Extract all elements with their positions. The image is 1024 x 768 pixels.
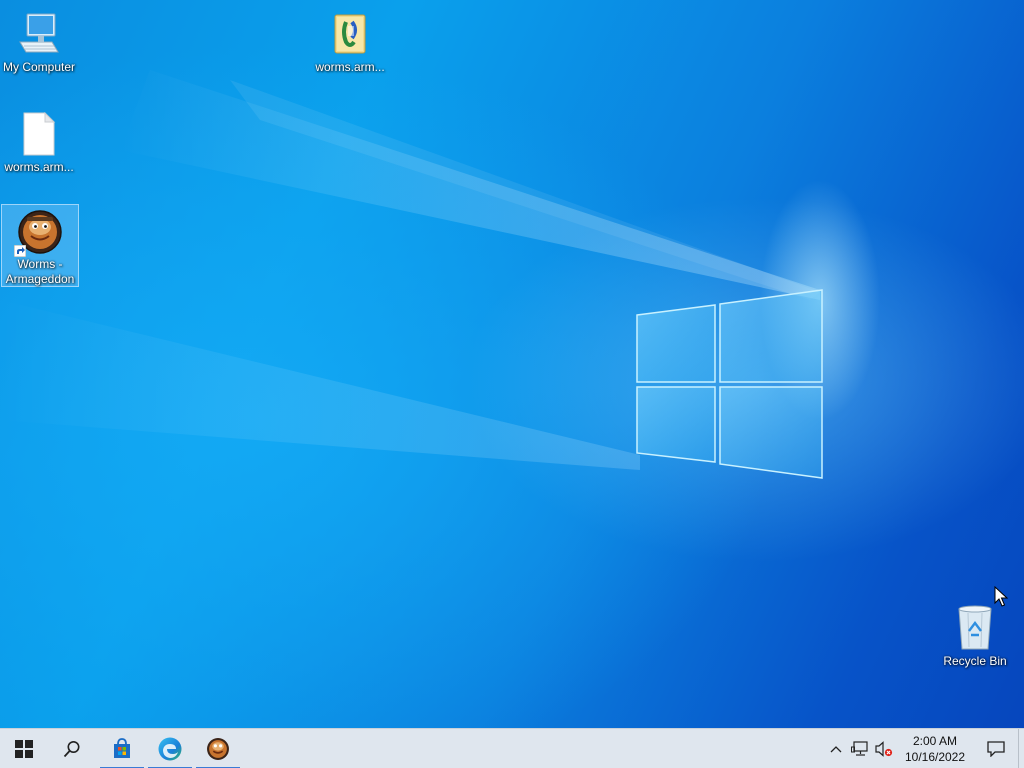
worms-game-icon bbox=[207, 737, 229, 760]
desktop-icon-label: Worms - Armageddon bbox=[5, 257, 75, 286]
desktop-icon-label: worms.arm... bbox=[4, 160, 74, 174]
desktop-icon-label: My Computer bbox=[2, 60, 76, 74]
desktop[interactable]: My Computer worms.arm... Worms - Armaged… bbox=[0, 0, 1024, 728]
volume-muted-icon bbox=[875, 740, 893, 757]
taskbar-app-edge[interactable] bbox=[146, 729, 194, 768]
chevron-up-icon bbox=[830, 745, 842, 752]
recycle-bin-icon bbox=[951, 604, 999, 652]
wallpaper-light-beams bbox=[0, 70, 820, 470]
desktop-icon-worms-armageddon[interactable]: Worms - Armageddon bbox=[1, 204, 79, 287]
search-icon bbox=[63, 740, 80, 757]
desktop-icon-label: worms.arm... bbox=[315, 60, 385, 74]
show-hidden-icons-button[interactable] bbox=[824, 729, 848, 768]
network-button[interactable] bbox=[848, 729, 872, 768]
desktop-icon-my-computer[interactable]: My Computer bbox=[0, 6, 78, 75]
volume-button[interactable] bbox=[872, 729, 896, 768]
taskbar-app-microsoft-store[interactable] bbox=[98, 729, 146, 768]
clock-time: 2:00 AM bbox=[912, 733, 958, 748]
clock-date: 10/16/2022 bbox=[904, 749, 966, 764]
show-desktop-button[interactable] bbox=[1018, 728, 1024, 768]
search-button[interactable] bbox=[48, 729, 96, 768]
store-icon bbox=[114, 737, 130, 758]
desktop-icon-worms-file[interactable]: worms.arm... bbox=[0, 106, 78, 175]
notification-icon bbox=[987, 740, 1005, 757]
installer-archive-icon bbox=[326, 10, 374, 58]
windows-start-icon bbox=[15, 739, 33, 758]
desktop-icon-worms-installer[interactable]: worms.arm... bbox=[311, 6, 389, 75]
system-tray: 2:00 AM 10/16/2022 bbox=[824, 728, 1024, 768]
taskbar: 2:00 AM 10/16/2022 bbox=[0, 728, 1024, 768]
desktop-icon-label: Recycle Bin bbox=[943, 654, 1007, 668]
taskbar-clock[interactable]: 2:00 AM 10/16/2022 bbox=[896, 733, 974, 765]
blank-file-icon bbox=[15, 110, 63, 158]
taskbar-app-worms[interactable] bbox=[194, 729, 242, 768]
action-center-button[interactable] bbox=[974, 729, 1018, 768]
network-icon bbox=[851, 740, 868, 756]
computer-icon bbox=[15, 10, 63, 58]
mouse-cursor-icon bbox=[994, 586, 1008, 607]
start-button[interactable] bbox=[0, 729, 48, 768]
windows-logo-wallpaper bbox=[636, 180, 880, 479]
worms-game-icon bbox=[14, 209, 64, 257]
shortcut-arrow-icon bbox=[14, 245, 26, 257]
desktop-icon-recycle-bin[interactable]: Recycle Bin bbox=[936, 600, 1014, 669]
edge-icon bbox=[158, 737, 182, 760]
